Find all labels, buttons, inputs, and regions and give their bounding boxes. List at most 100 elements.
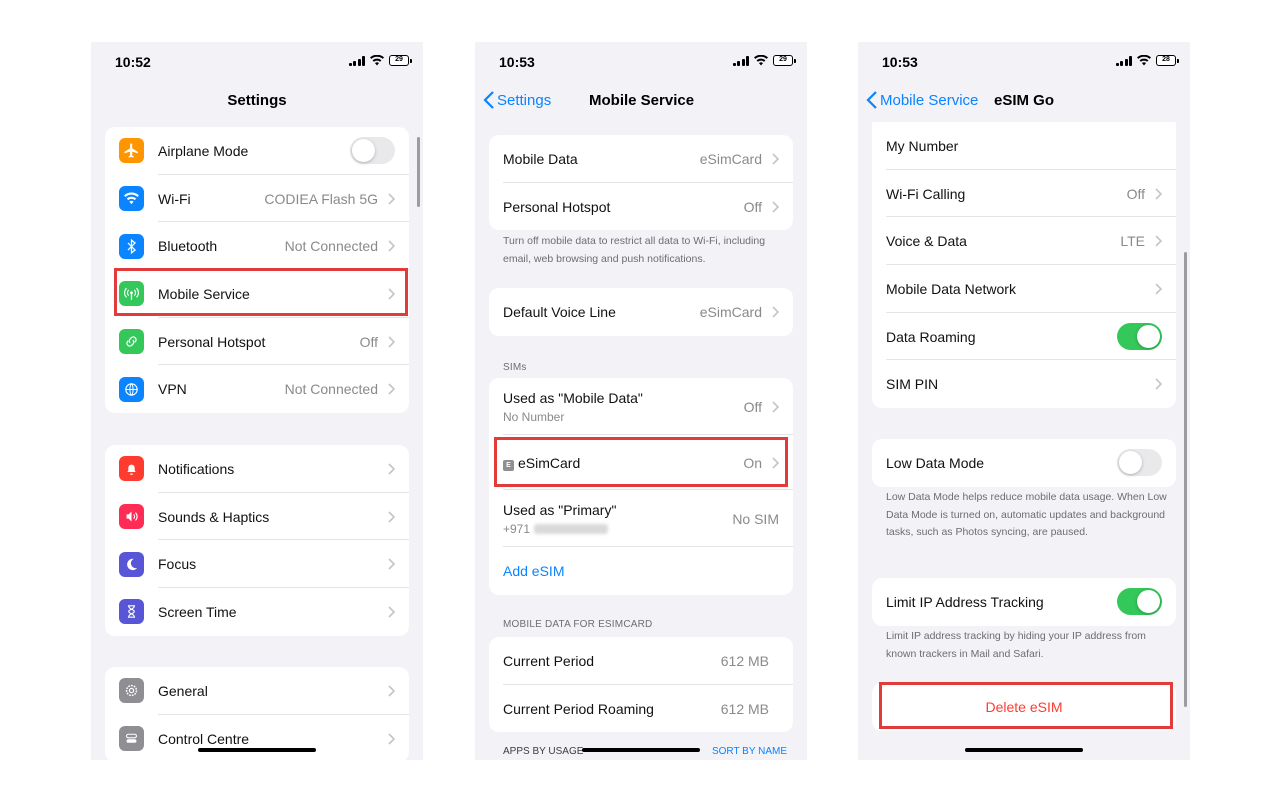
chevron-right-icon — [1155, 378, 1162, 390]
row-label: Limit IP Address Tracking — [886, 593, 1044, 610]
row-value: Not Connected — [284, 381, 378, 398]
row-sublabel-wrap: +971 — [503, 522, 732, 536]
settings-row-screen-time[interactable]: Screen Time — [105, 588, 409, 636]
row-value: Off — [1126, 185, 1145, 202]
row-personal-hotspot[interactable]: Personal Hotspot Off — [489, 183, 793, 231]
chevron-right-icon — [772, 456, 779, 469]
row-esimcard[interactable]: EeSimCard On — [489, 435, 793, 490]
sim-settings-group: My Number Wi-Fi Calling Off Voice & Data… — [872, 122, 1176, 409]
row-label: Mobile Data Network — [886, 280, 1016, 297]
delete-esim-button[interactable]: Delete eSIM — [872, 683, 1176, 731]
settings-row-notifications[interactable]: Notifications — [105, 445, 409, 493]
back-button[interactable]: Settings — [483, 91, 551, 109]
row-label: Voice & Data — [886, 233, 967, 250]
home-indicator[interactable] — [582, 748, 700, 752]
settings-row-focus[interactable]: Focus — [105, 540, 409, 588]
row-sim-pin[interactable]: SIM PIN — [872, 360, 1176, 408]
status-time: 10:52 — [115, 54, 151, 70]
sims-group: Used as "Mobile Data" No Number Off EeSi… — [489, 378, 793, 595]
limit-ip-tracking-toggle[interactable] — [1117, 588, 1162, 616]
row-mobile-data[interactable]: Mobile Data eSimCard — [489, 135, 793, 183]
home-indicator[interactable] — [198, 748, 316, 752]
back-label: Mobile Service — [880, 91, 979, 109]
settings-row-personal-hotspot[interactable]: Personal Hotspot Off — [105, 318, 409, 366]
settings-row-airplane-mode[interactable]: Airplane Mode — [105, 127, 409, 175]
battery-icon: 28 — [1156, 55, 1179, 66]
add-esim-button[interactable]: Add eSIM — [489, 547, 793, 595]
row-label: Used as "Mobile Data" — [503, 389, 643, 406]
bluetooth-icon — [119, 233, 144, 259]
row-my-number[interactable]: My Number — [872, 122, 1176, 170]
add-esim-label: Add eSIM — [503, 562, 565, 579]
settings-row-general[interactable]: General — [105, 667, 409, 715]
scrollbar[interactable] — [417, 137, 420, 207]
back-button[interactable]: Mobile Service — [866, 91, 978, 109]
status-time: 10:53 — [499, 54, 535, 70]
home-indicator[interactable] — [965, 748, 1083, 752]
row-label: Current Period Roaming — [503, 700, 654, 717]
settings-row-sounds-haptics[interactable]: Sounds & Haptics — [105, 493, 409, 541]
redacted-number — [534, 524, 609, 535]
delete-esim-label: Delete eSIM — [985, 698, 1063, 715]
switches-icon — [119, 726, 144, 752]
low-data-group: Low Data Mode — [872, 439, 1176, 487]
gear-icon — [119, 678, 144, 704]
row-label: Mobile Service — [158, 285, 250, 302]
row-label: SIM PIN — [886, 376, 939, 393]
chevron-right-icon — [388, 336, 395, 348]
chevron-right-icon — [388, 606, 395, 618]
mobile-data-footnote: Turn off mobile data to restrict all dat… — [503, 235, 766, 265]
row-label: Wi-Fi — [158, 190, 191, 207]
row-label: Current Period — [503, 652, 595, 669]
chevron-right-icon — [388, 558, 395, 570]
sort-by-name-button[interactable]: SORT BY NAME — [712, 746, 787, 757]
data-roaming-toggle[interactable] — [1117, 323, 1162, 351]
row-label: Bluetooth — [158, 238, 218, 255]
row-voice-data[interactable]: Voice & Data LTE — [872, 217, 1176, 265]
row-sim-mobile-data[interactable]: Used as "Mobile Data" No Number Off — [489, 378, 793, 435]
settings-row-mobile-service[interactable]: Mobile Service — [105, 270, 409, 318]
chevron-right-icon — [772, 200, 779, 213]
apps-by-usage-label: APPS BY USAGE — [503, 746, 584, 757]
chevron-left-icon — [866, 91, 877, 109]
row-default-voice-line[interactable]: Default Voice Line eSimCard — [489, 288, 793, 336]
row-current-period: Current Period 612 MB — [489, 637, 793, 685]
page-title: Mobile Service — [589, 92, 695, 109]
status-bar: 10:53 28 — [858, 42, 1190, 82]
row-mobile-data-network[interactable]: Mobile Data Network — [872, 265, 1176, 313]
chevron-right-icon — [1155, 187, 1162, 200]
row-label: General — [158, 682, 208, 699]
wifi-status-icon — [370, 55, 384, 66]
moon-icon — [119, 551, 144, 577]
voice-line-group: Default Voice Line eSimCard — [489, 288, 793, 336]
row-wifi-calling[interactable]: Wi-Fi Calling Off — [872, 170, 1176, 218]
airplane-mode-toggle[interactable] — [350, 137, 395, 165]
settings-row-control-centre[interactable]: Control Centre — [105, 715, 409, 760]
battery-icon: 29 — [773, 55, 796, 66]
low-data-mode-toggle[interactable] — [1117, 449, 1162, 477]
row-label: Personal Hotspot — [503, 198, 611, 215]
row-label: Screen Time — [158, 603, 237, 620]
wifi-status-icon — [1137, 55, 1151, 66]
settings-row-vpn[interactable]: VPN Not Connected — [105, 365, 409, 413]
row-label: Used as "Primary" — [503, 501, 617, 518]
row-label: Data Roaming — [886, 328, 976, 345]
antenna-icon — [119, 281, 144, 307]
sims-header: SIMs — [503, 362, 527, 373]
settings-row-bluetooth[interactable]: Bluetooth Not Connected — [105, 222, 409, 270]
row-data-roaming: Data Roaming — [872, 313, 1176, 361]
usage-group: Current Period 612 MB Current Period Roa… — [489, 637, 793, 733]
chevron-right-icon — [388, 192, 395, 205]
row-value: No SIM — [732, 510, 779, 527]
row-label: Airplane Mode — [158, 142, 249, 159]
settings-row-wifi[interactable]: Wi-Fi CODIEA Flash 5G — [105, 175, 409, 223]
wifi-status-icon — [754, 55, 768, 66]
hourglass-icon — [119, 599, 144, 625]
chevron-right-icon — [388, 685, 395, 697]
scrollbar[interactable] — [1184, 252, 1187, 707]
row-value: eSimCard — [699, 303, 762, 320]
notifications-group: Notifications Sounds & Haptics Focus Scr… — [105, 445, 409, 636]
row-label: eSimCard — [518, 454, 581, 471]
row-value: 612 MB — [720, 700, 769, 717]
row-sim-primary[interactable]: Used as "Primary" +971 No SIM — [489, 490, 793, 547]
